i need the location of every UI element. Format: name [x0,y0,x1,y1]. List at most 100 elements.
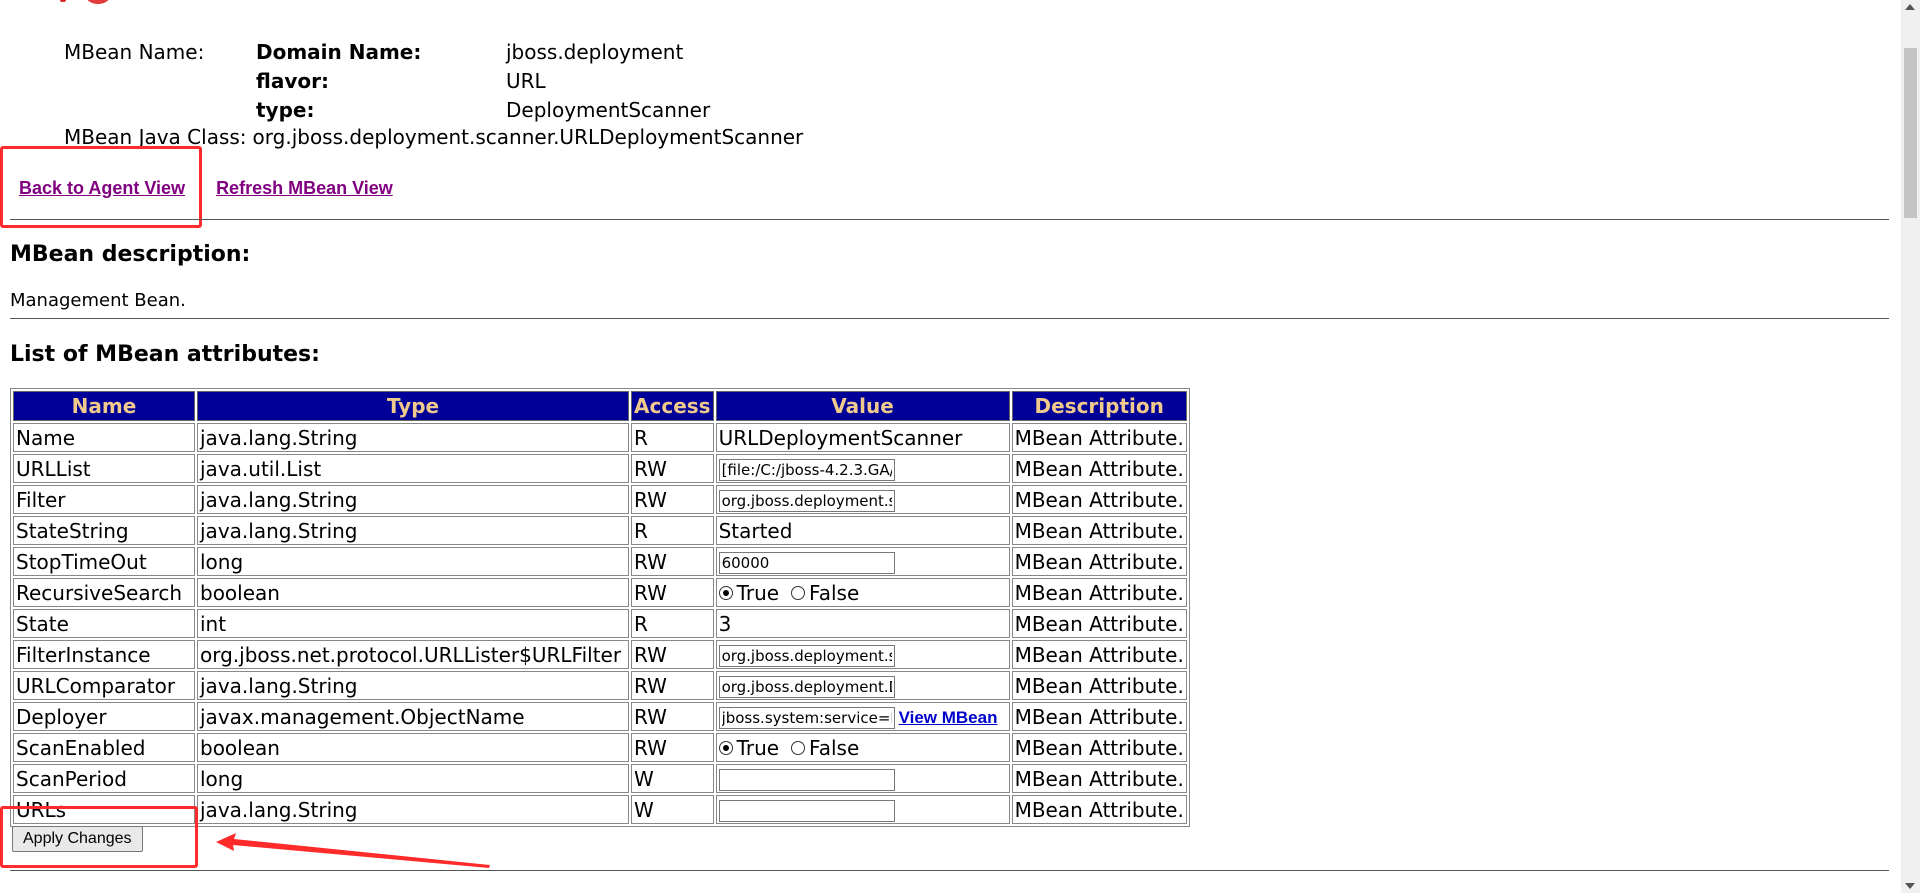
logo-circle-icon [86,0,110,4]
annotation-box-apply-button [0,806,198,868]
attr-value-cell: True False [715,733,1010,762]
domain-name-key: Domain Name: [256,40,422,64]
attr-access: R [631,423,714,452]
attr-name: RecursiveSearch [13,578,195,607]
page: MBean Name: Domain Name: jboss.deploymen… [0,0,1920,893]
attr-access: W [631,764,714,793]
attr-type: java.lang.String [197,516,629,545]
radio-label: False [809,580,860,605]
attr-access: W [631,795,714,824]
table-row: Filter java.lang.String RW MBean Attribu… [13,485,1187,514]
attr-description: MBean Attribute. [1011,640,1187,669]
scanenabled-true-option[interactable]: True [718,735,780,760]
attr-value-cell [715,547,1010,576]
col-access-header: Access [631,391,714,421]
attr-value: 3 [715,609,1010,638]
attributes-title: List of MBean attributes: [10,342,320,367]
radio-checked-icon[interactable] [718,740,733,755]
attr-description: MBean Attribute. [1011,485,1187,514]
attr-type: boolean [197,578,629,607]
divider [10,318,1889,319]
attr-description: MBean Attribute. [1011,454,1187,483]
divider [10,219,1889,220]
recursivesearch-true-option[interactable]: True [718,580,780,605]
attr-description: MBean Attribute. [1011,764,1187,793]
type-key: type: [256,98,315,122]
col-type-header: Type [197,391,629,421]
refresh-mbean-view-link[interactable]: Refresh MBean View [216,178,393,198]
filter-input[interactable] [718,489,895,512]
table-row: StopTimeOut long RW MBean Attribute. [13,547,1187,576]
attr-name: URLList [13,454,195,483]
urls-input[interactable] [718,799,895,822]
attr-value-cell [715,640,1010,669]
annotation-arrow-icon [216,833,490,868]
attr-description: MBean Attribute. [1011,795,1187,824]
attr-type: java.lang.String [197,671,629,700]
attr-name: URLComparator [13,671,195,700]
stoptimeout-input[interactable] [718,551,895,574]
attr-value-cell [715,795,1010,824]
attr-name: ScanEnabled [13,733,195,762]
attr-name: StopTimeOut [13,547,195,576]
attr-description: MBean Attribute. [1011,733,1187,762]
logo-fragment [60,0,66,2]
annotation-box-back-link [0,146,202,228]
attr-value: Started [715,516,1010,545]
scroll-up-icon[interactable] [1905,4,1915,10]
java-class-value: org.jboss.deployment.scanner.URLDeployme… [252,125,804,149]
attr-value-cell [715,485,1010,514]
radio-checked-icon[interactable] [718,585,733,600]
attr-access: RW [631,640,714,669]
col-name-header: Name [13,391,195,421]
attr-type: java.lang.String [197,485,629,514]
filterinstance-input[interactable] [718,644,895,667]
scanenabled-false-option[interactable]: False [791,736,859,760]
attr-value-cell [715,671,1010,700]
attr-access: RW [631,454,714,483]
radio-unchecked-icon[interactable] [791,740,806,755]
attr-type: org.jboss.net.protocol.URLLister$URLFilt… [197,640,629,669]
deployer-input[interactable] [718,706,895,729]
vertical-scrollbar[interactable] [1901,0,1920,893]
mbean-name-label: MBean Name: [64,40,205,64]
table-row: StateString java.lang.String R Started M… [13,516,1187,545]
table-row: URLComparator java.lang.String RW MBean … [13,671,1187,700]
domain-name-value: jboss.deployment [506,40,684,64]
table-row: URLList java.util.List RW MBean Attribut… [13,454,1187,483]
flavor-key: flavor: [256,69,329,93]
scanperiod-input[interactable] [718,768,895,791]
attr-access: RW [631,485,714,514]
recursivesearch-false-option[interactable]: False [791,581,859,605]
attr-access: RW [631,733,714,762]
scroll-thumb[interactable] [1904,48,1917,218]
description-title: MBean description: [10,242,251,267]
attr-access: RW [631,578,714,607]
attr-value-cell: View MBean [715,702,1010,731]
scroll-down-icon[interactable] [1905,883,1915,889]
type-value: DeploymentScanner [506,98,711,122]
radio-label: True [736,580,780,605]
attributes-table: Name Type Access Value Description Name … [10,388,1190,827]
attr-name: Filter [13,485,195,514]
urlcomparator-input[interactable] [718,675,895,698]
attr-name: ScanPeriod [13,764,195,793]
urllist-input[interactable] [718,458,895,481]
radio-unchecked-icon[interactable] [791,585,806,600]
radio-label: False [809,735,860,760]
attr-access: R [631,516,714,545]
view-mbean-link[interactable]: View MBean [899,708,998,727]
attr-description: MBean Attribute. [1011,702,1187,731]
attr-value-cell [715,764,1010,793]
attr-type: java.lang.String [197,423,629,452]
table-row: RecursiveSearch boolean RW True False MBe… [13,578,1187,607]
attr-type: long [197,547,629,576]
table-row: Deployer javax.management.ObjectName RW … [13,702,1187,731]
attr-access: R [631,609,714,638]
attr-name: Name [13,423,195,452]
attr-type: java.util.List [197,454,629,483]
radio-label: True [736,735,780,760]
attr-type: long [197,764,629,793]
attr-value-cell: True False [715,578,1010,607]
attr-type: boolean [197,733,629,762]
